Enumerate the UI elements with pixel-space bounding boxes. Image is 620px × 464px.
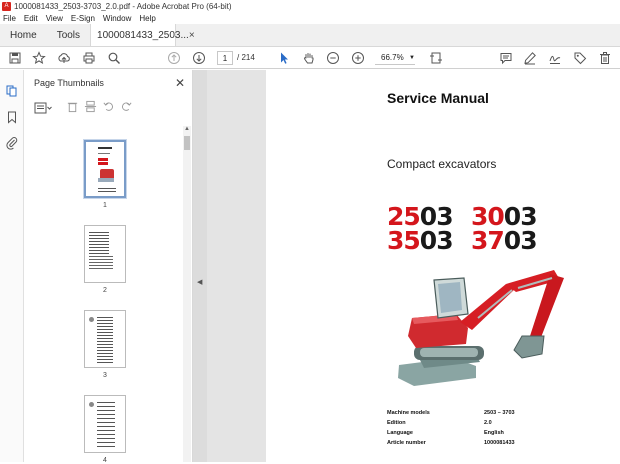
tab-home[interactable]: Home bbox=[0, 24, 47, 46]
metadata-value: 2.0 bbox=[484, 420, 492, 426]
insert-page-icon[interactable] bbox=[84, 100, 102, 116]
zoom-search-icon[interactable] bbox=[106, 50, 122, 66]
close-icon[interactable]: × bbox=[189, 30, 195, 41]
left-rail bbox=[0, 70, 24, 462]
metadata-row: Language English bbox=[387, 428, 515, 438]
bookmark-icon[interactable] bbox=[5, 110, 19, 124]
thumbnail-page-3[interactable] bbox=[84, 310, 126, 368]
thumbnail-page-4[interactable] bbox=[84, 395, 126, 453]
trash-icon[interactable] bbox=[597, 50, 613, 66]
comment-icon[interactable] bbox=[498, 50, 514, 66]
window-title: 1000081433_2503-3703_2.0.pdf - Adobe Acr… bbox=[14, 1, 232, 11]
metadata-key: Edition bbox=[387, 420, 406, 426]
collapse-arrow-icon[interactable]: ◀ bbox=[197, 278, 202, 286]
scrollbar-thumb[interactable] bbox=[184, 136, 190, 150]
menu-file[interactable]: File bbox=[3, 14, 16, 23]
scroll-up-icon[interactable]: ▲ bbox=[184, 126, 190, 132]
metadata-value: English bbox=[484, 430, 504, 436]
metadata-row: Machine models 2503 – 3703 bbox=[387, 408, 515, 418]
page-total: / 214 bbox=[237, 53, 255, 62]
pen-icon[interactable] bbox=[522, 50, 538, 66]
sign-icon[interactable] bbox=[547, 50, 563, 66]
metadata-key: Machine models bbox=[387, 410, 430, 416]
document-title: Service Manual bbox=[387, 90, 489, 106]
zoom-out-icon[interactable] bbox=[325, 50, 341, 66]
options-icon[interactable] bbox=[34, 100, 56, 116]
trash-icon[interactable] bbox=[66, 100, 84, 116]
cursor-icon[interactable] bbox=[276, 50, 292, 66]
thumbnail-item[interactable]: 3 bbox=[84, 310, 126, 379]
panel-title: Page Thumbnails bbox=[34, 78, 104, 88]
thumbnail-number: 3 bbox=[103, 372, 107, 379]
pdf-icon: A bbox=[2, 1, 11, 11]
upload-icon[interactable] bbox=[56, 50, 72, 66]
page-number-input[interactable]: 1 bbox=[217, 51, 233, 65]
thumbnails-scrollbar[interactable]: ▲ bbox=[183, 126, 191, 462]
zoom-select[interactable]: 66.7% ▼ bbox=[375, 51, 415, 65]
page-down-icon[interactable] bbox=[191, 50, 207, 66]
print-icon[interactable] bbox=[81, 50, 97, 66]
model-digits-black: 03 bbox=[419, 226, 454, 255]
document-subtitle: Compact excavators bbox=[387, 157, 497, 171]
menu-window[interactable]: Window bbox=[103, 14, 131, 23]
thumbnail-number: 1 bbox=[103, 202, 107, 209]
rotate-ccw-icon[interactable] bbox=[102, 100, 120, 116]
window-titlebar: A 1000081433_2503-3703_2.0.pdf - Adobe A… bbox=[0, 0, 620, 12]
metadata-key: Language bbox=[387, 430, 413, 436]
thumbnail-page-1[interactable] bbox=[84, 140, 126, 198]
menu-help[interactable]: Help bbox=[139, 14, 155, 23]
menu-edit[interactable]: Edit bbox=[24, 14, 38, 23]
model-number: 3503 bbox=[387, 226, 454, 255]
menu-esign[interactable]: E-Sign bbox=[71, 14, 95, 23]
attachment-icon[interactable] bbox=[5, 136, 19, 150]
tab-document[interactable]: 1000081433_2503... × bbox=[90, 24, 195, 46]
menu-bar: File Edit View E-Sign Window Help bbox=[0, 12, 620, 24]
document-metadata: Machine models 2503 – 3703 Edition 2.0 L… bbox=[387, 408, 515, 448]
document-canvas: Service Manual Compact excavators 2503 3… bbox=[207, 70, 620, 462]
document-page: Service Manual Compact excavators 2503 3… bbox=[266, 70, 620, 462]
hand-icon[interactable] bbox=[301, 50, 317, 66]
menu-view[interactable]: View bbox=[46, 14, 63, 23]
page-thumbnails-icon[interactable] bbox=[5, 84, 19, 98]
thumbnail-number: 4 bbox=[103, 457, 107, 464]
metadata-key: Article number bbox=[387, 440, 426, 446]
star-icon[interactable] bbox=[31, 50, 47, 66]
metadata-value: 2503 – 3703 bbox=[484, 410, 515, 416]
panel-splitter[interactable]: ◀ bbox=[193, 70, 207, 462]
excavator-image bbox=[398, 270, 564, 386]
thumbnails-panel: Page Thumbnails ✕ ▲ 1 2 3 4 bbox=[24, 70, 193, 464]
tab-bar: Home Tools 1000081433_2503... × bbox=[0, 24, 620, 47]
thumbnail-item[interactable]: 4 bbox=[84, 395, 126, 464]
tab-tools[interactable]: Tools bbox=[47, 24, 90, 46]
metadata-value: 1000081433 bbox=[484, 440, 515, 446]
chevron-down-icon: ▼ bbox=[409, 54, 415, 61]
thumbnail-item[interactable]: 1 bbox=[84, 140, 126, 209]
model-digits-black: 03 bbox=[503, 226, 538, 255]
model-digits-red: 37 bbox=[471, 226, 505, 255]
close-icon[interactable]: ✕ bbox=[175, 76, 185, 90]
rotate-cw-icon[interactable] bbox=[120, 100, 138, 116]
panel-toolbar bbox=[34, 100, 138, 116]
model-number: 3703 bbox=[471, 226, 538, 255]
metadata-row: Edition 2.0 bbox=[387, 418, 515, 428]
save-icon[interactable] bbox=[7, 50, 23, 66]
model-digits-red: 35 bbox=[387, 226, 421, 255]
fit-icon[interactable] bbox=[428, 50, 444, 66]
thumbnail-page-2[interactable] bbox=[84, 225, 126, 283]
metadata-row: Article number 1000081433 bbox=[387, 438, 515, 448]
main-toolbar: 1 / 214 66.7% ▼ bbox=[0, 47, 620, 69]
zoom-value: 66.7% bbox=[381, 53, 404, 62]
tag-icon[interactable] bbox=[572, 50, 588, 66]
thumbnail-item[interactable]: 2 bbox=[84, 225, 126, 294]
page-up-icon[interactable] bbox=[166, 50, 182, 66]
tab-document-label: 1000081433_2503... bbox=[97, 29, 189, 41]
zoom-in-icon[interactable] bbox=[350, 50, 366, 66]
thumbnail-number: 2 bbox=[103, 287, 107, 294]
